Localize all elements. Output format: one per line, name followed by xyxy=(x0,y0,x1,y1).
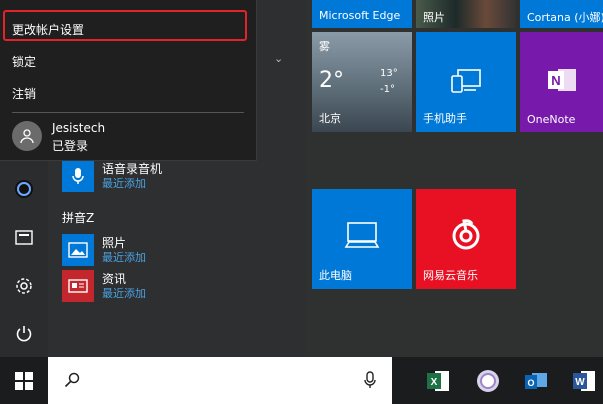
tile-label: 照片 xyxy=(423,11,445,24)
user-status: 已登录 xyxy=(52,139,89,153)
tile-onenote[interactable]: N OneNote xyxy=(520,32,603,132)
menu-item-sign-out[interactable]: 注销 xyxy=(0,85,268,102)
svg-text:X: X xyxy=(431,377,438,388)
weather-low: -1° xyxy=(380,84,395,95)
app-recent-badge: 最近添加 xyxy=(102,176,146,190)
svg-text:W: W xyxy=(575,377,585,388)
menu-item-change-account-settings[interactable]: 更改帐户设置 xyxy=(0,21,268,38)
documents-icon[interactable] xyxy=(0,217,48,257)
excel-icon[interactable]: X xyxy=(414,357,462,404)
tile-label: 此电脑 xyxy=(319,269,352,282)
taskbar: X O W xyxy=(0,357,603,404)
svg-text:N: N xyxy=(551,73,560,88)
tile-cortana[interactable]: Cortana (小娜) xyxy=(520,0,603,28)
search-icon xyxy=(64,372,80,392)
microphone-icon[interactable] xyxy=(364,371,376,393)
settings-gear-icon[interactable] xyxy=(0,266,48,306)
user-name[interactable]: Jesistech xyxy=(52,121,105,135)
tile-label: 手机助手 xyxy=(423,112,467,125)
user-avatar-icon xyxy=(12,121,42,151)
microphone-icon xyxy=(62,160,94,192)
photos-icon xyxy=(62,234,94,266)
word-icon[interactable]: W xyxy=(560,357,603,404)
tile-netease-music[interactable]: 网易云音乐 xyxy=(416,189,516,289)
list-item-photos[interactable]: 照片 最近添加 xyxy=(62,232,146,268)
music-logo-icon xyxy=(448,217,484,257)
tile-label: 北京 xyxy=(319,112,341,125)
app-name: 语音录音机 xyxy=(102,161,163,176)
computer-icon xyxy=(344,221,380,253)
tile-label: 网易云音乐 xyxy=(423,269,478,282)
tile-edge[interactable]: Microsoft Edge xyxy=(312,0,412,28)
tile-phone-assistant[interactable]: 手机助手 xyxy=(416,32,516,132)
tile-this-pc[interactable]: 此电脑 xyxy=(312,189,412,289)
news-icon xyxy=(62,270,94,302)
svg-text:O: O xyxy=(527,378,534,388)
menu-item-lock[interactable]: 锁定 xyxy=(0,53,268,70)
menu-divider xyxy=(12,112,244,113)
app-name: 资讯 xyxy=(102,271,127,286)
app-recent-badge: 最近添加 xyxy=(102,286,146,300)
weather-condition: 雾 xyxy=(319,40,330,53)
onenote-icon: N xyxy=(546,66,578,98)
tile-label: Microsoft Edge xyxy=(319,9,401,22)
tile-label: Cortana (小娜) xyxy=(527,11,603,24)
phone-monitor-icon xyxy=(450,68,482,98)
list-item-news[interactable]: 资讯 最近添加 xyxy=(62,268,146,304)
outlook-icon[interactable]: O xyxy=(512,357,560,404)
weather-temp: 2° xyxy=(319,68,344,93)
power-icon[interactable] xyxy=(0,314,48,354)
app-name: 照片 xyxy=(102,235,127,250)
chevron-down-icon[interactable]: ⌄ xyxy=(274,52,283,65)
tile-photos-strip[interactable]: 照片 xyxy=(416,0,516,28)
windows-start-icon[interactable] xyxy=(0,357,48,404)
search-box[interactable] xyxy=(48,357,392,404)
weather-high: 13° xyxy=(380,68,398,79)
letter-header-z[interactable]: 拼音Z xyxy=(62,209,94,226)
tile-weather[interactable]: 雾 2° 13° -1° 北京 xyxy=(312,32,412,132)
tile-label: OneNote xyxy=(527,113,576,126)
app-recent-badge: 最近添加 xyxy=(102,250,146,264)
list-item-recorder[interactable]: 语音录音机 最近添加 xyxy=(62,158,162,194)
circle-app-icon[interactable] xyxy=(464,357,512,404)
app-logo-icon[interactable] xyxy=(0,169,48,209)
account-menu: 更改帐户设置 锁定 注销 Jesistech 已登录 xyxy=(0,0,257,161)
